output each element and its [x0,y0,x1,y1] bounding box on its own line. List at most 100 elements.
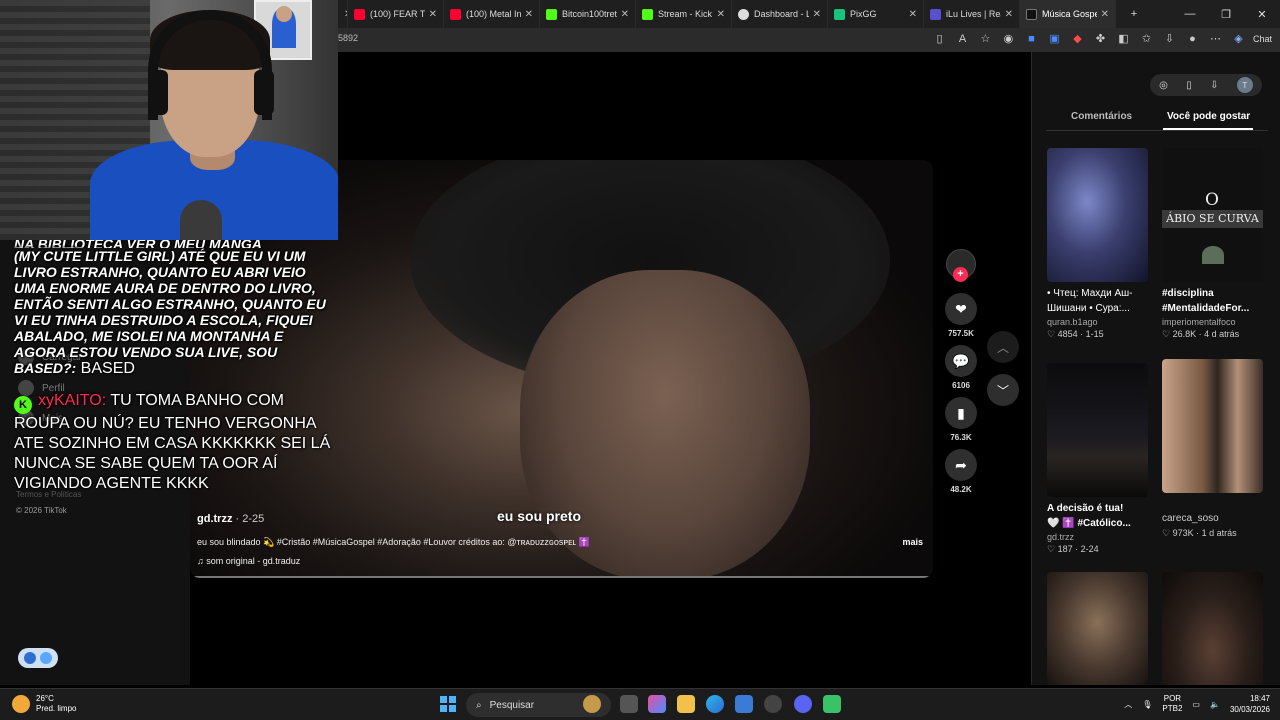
video-author[interactable]: gd.trzz · 2-25 [197,513,264,525]
shield-icon[interactable]: ■ [1023,30,1040,47]
chat-button[interactable]: Chat [1253,34,1272,44]
split-screen-icon[interactable]: ▯ [931,30,948,47]
tab-close-icon[interactable]: ✕ [338,0,348,28]
weather-widget[interactable]: 26°C Pred. limpo [12,694,76,714]
tab-musica-gospel[interactable]: Música Gospel: E✕ [1020,0,1116,28]
maximize-button[interactable]: ❐ [1208,8,1244,21]
tab-divider [1046,130,1268,131]
tab-pixgg[interactable]: PixGG ✕ [828,0,924,28]
network-icon[interactable]: ▭ [1192,700,1200,709]
puzzle-icon[interactable]: ✤ [1092,30,1109,47]
chat-message: (MY CUTE LITTLE GIRL) ATÉ QUE EU VI UM L… [14,248,326,377]
suggestion-card[interactable]: A decisão é tua! 🤍 ✝️ #Católico... gd.tr… [1047,363,1148,555]
more-link[interactable]: mais [902,537,923,547]
screen: ✕ (100) FEAR THE✕ (100) Metal Inst✕ Bitc… [0,0,1280,720]
suggestion-card[interactable]: • Чтец: Махди Аш- Шишани • Сура:... qura… [1047,148,1148,340]
chevron-down-icon: ﹀ [996,383,1009,398]
microphone-icon[interactable]: 🎙 [1142,700,1152,709]
video-subject [520,270,810,578]
copilot-app-icon[interactable] [648,695,666,713]
tab-bitcoin100treta[interactable]: Bitcoin100treta ✕ [540,0,636,28]
comment-button[interactable]: 💬 [945,345,977,377]
split-icon[interactable]: ◧ [1115,30,1132,47]
close-icon[interactable]: ✕ [621,9,629,20]
video-subtitle: eu sou preto [497,508,582,524]
download-icon[interactable]: ⇩ [1210,80,1218,91]
extension-pill[interactable] [18,648,58,668]
tab-stream-kick[interactable]: Stream - Kick Da✕ [636,0,732,28]
suggestion-card[interactable]: O HOMEM ÁBIO SE CURVA #disciplina #Menta… [1162,148,1263,340]
discord-icon[interactable] [794,695,812,713]
close-icon[interactable]: ✕ [525,9,533,20]
tiktok-icon [1026,8,1037,20]
translate-icon[interactable]: A [954,30,971,47]
address-bar[interactable]: 5892 [338,33,358,43]
file-explorer-icon[interactable] [677,695,695,713]
copilot-icon[interactable]: ◈ [1230,30,1247,47]
more-icon[interactable]: ⋯ [1207,30,1224,47]
close-icon[interactable]: ✕ [909,9,917,20]
chat-message-cut: NA BIBLIOTECA VER O MEU MANGA FAVORITO [14,240,262,248]
app-icon[interactable] [764,695,782,713]
compass-icon[interactable]: ◎ [1159,80,1168,91]
share-count: 48.2K [950,485,972,494]
microphone [180,200,222,240]
right-panel: ◎ ▯ ⇩ T Comentários Você pode gostar • Ч… [1031,52,1280,685]
start-button[interactable] [440,696,456,712]
extension-icon[interactable]: ◉ [1000,30,1017,47]
extension-red-icon[interactable]: ◆ [1069,30,1086,47]
phone-icon[interactable]: ▯ [1186,80,1192,91]
close-icon[interactable]: ✕ [813,9,821,20]
search-icon: ⌕ [476,699,482,711]
photos-icon[interactable] [735,695,753,713]
video-sound[interactable]: ♫ som original - gd.traduz [197,556,300,566]
music-note-icon: ♫ [197,556,207,566]
card-thumbnail [1047,148,1148,282]
close-icon[interactable]: ✕ [717,9,725,20]
webcam-overlay [0,0,338,240]
windows-taskbar: 26°C Pred. limpo ⌕ Pesquisar ︿ 🎙 POR PTB2 ▭… [0,688,1280,720]
save-button[interactable]: ▮ [945,397,977,429]
task-view-icon[interactable] [620,695,638,713]
close-icon[interactable]: ✕ [429,9,437,20]
video-progress[interactable] [190,576,933,578]
widget-icon[interactable] [583,695,601,713]
ilu-icon [930,8,941,20]
previous-video-button[interactable]: ︿ [987,331,1019,363]
edge-icon[interactable] [706,695,724,713]
suggestion-card[interactable]: careca_soso ♡ 973K · 1 d atrás [1162,359,1263,539]
minimize-button[interactable]: — [1172,8,1208,20]
favorites-icon[interactable]: ✩ [1138,30,1155,47]
extension-blue-icon[interactable]: ▣ [1046,30,1063,47]
tab-fear-the[interactable]: (100) FEAR THE✕ [348,0,444,28]
window-close-button[interactable]: ✕ [1244,8,1280,21]
tab-metal-inst[interactable]: (100) Metal Inst✕ [444,0,540,28]
new-tab-button[interactable]: + [1116,8,1152,20]
tab-dashboard[interactable]: Dashboard - Liv✕ [732,0,828,28]
chevron-up-icon[interactable]: ︿ [1124,699,1132,710]
obs-icon[interactable] [823,695,841,713]
language-indicator[interactable]: POR PTB2 [1162,694,1182,714]
suggestion-card[interactable] [1047,572,1148,685]
profile-icon[interactable]: ● [1184,30,1201,47]
tab-ilu-lives[interactable]: iLu Lives | React✕ [924,0,1020,28]
like-button[interactable]: ❤ [945,293,977,325]
tab-comments[interactable]: Comentários [1071,111,1132,122]
next-video-button[interactable]: ﹀ [987,374,1019,406]
close-icon[interactable]: ✕ [1005,9,1013,20]
clock[interactable]: 18:47 30/03/2026 [1230,693,1270,715]
figure-illustration [1202,246,1224,264]
share-button[interactable]: ➦ [945,449,977,481]
user-avatar[interactable]: T [1236,77,1253,93]
weather-icon [12,695,30,713]
tab-suggestions[interactable]: Você pode gostar [1167,111,1250,122]
favorite-star-icon[interactable]: ☆ [977,30,994,47]
download-icon[interactable]: ⇩ [1161,30,1178,47]
suggestion-card[interactable] [1162,572,1263,685]
close-icon[interactable]: ✕ [1101,9,1109,20]
comment-count: 6106 [952,381,970,390]
volume-icon[interactable]: 🔈 [1210,700,1220,709]
follow-plus-button[interactable]: + [953,267,968,282]
heart-icon: ❤ [955,300,967,317]
chevron-up-icon: ︿ [996,340,1009,355]
